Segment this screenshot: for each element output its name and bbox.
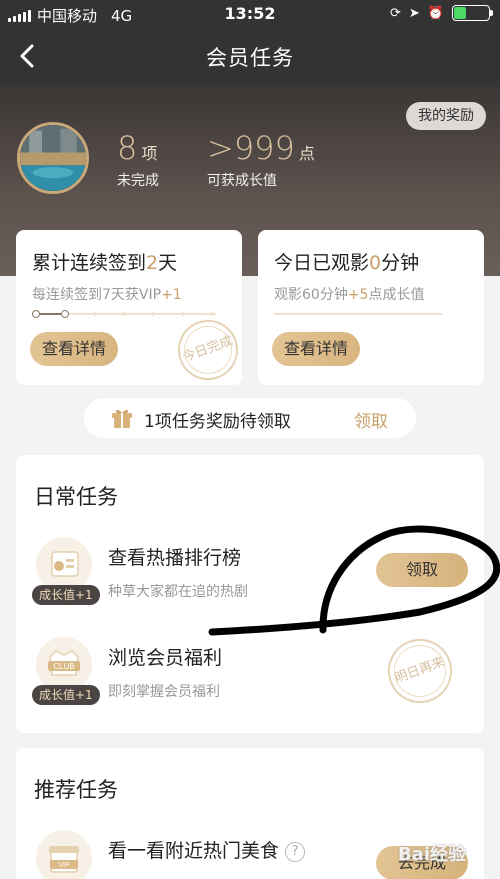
come-back-tomorrow-stamp: 明日再来: [378, 629, 462, 713]
checkin-sub-text: 每连续签到7天获VIP: [32, 287, 162, 303]
task-item: 成长值+1 查看热播排行榜 种草大家都在追的热剧 领取: [16, 537, 484, 627]
watch-title: 今日已观影0分钟: [274, 248, 419, 275]
checkin-title-suffix: 天: [158, 252, 178, 274]
checkin-progress: [32, 310, 216, 318]
task-name: 查看热播排行榜: [108, 547, 242, 569]
my-rewards-button[interactable]: 我的奖励: [406, 102, 486, 130]
checkin-day-pending: [210, 312, 214, 316]
pending-claim-link[interactable]: 领取: [354, 407, 388, 432]
nav-bar: 会员任务: [0, 28, 500, 86]
task-item: CLUB 成长值+1 浏览会员福利 即刻掌握会员福利 明日再来: [16, 629, 484, 727]
growth-stat: >999 点 可获成长值: [207, 128, 315, 190]
svg-text:CLUB: CLUB: [53, 662, 74, 671]
pending-rewards-text: 1项任务奖励待领取: [144, 412, 291, 432]
growth-value: >999: [207, 129, 295, 167]
checkin-day-pending: [180, 312, 185, 316]
page-title: 会员任务: [206, 46, 294, 70]
alarm-icon: ⏰: [427, 5, 444, 21]
svg-text:VIP: VIP: [58, 862, 70, 869]
recommended-tasks-title: 推荐任务: [34, 778, 118, 802]
checkin-title: 累计连续签到2天: [32, 248, 177, 275]
claim-button[interactable]: 领取: [376, 553, 468, 587]
checkin-days: 2: [146, 252, 159, 274]
checkin-title-prefix: 累计连续签到: [32, 252, 147, 274]
watch-sub-prefix: 观影60分钟: [274, 287, 348, 303]
checkin-sub-bonus: +1: [161, 287, 182, 303]
watch-progress: [274, 310, 442, 318]
growth-badge: 成长值+1: [32, 685, 100, 705]
watch-minutes: 0: [369, 252, 382, 274]
checkin-day-pending: [92, 312, 97, 316]
avatar-image: [20, 125, 86, 191]
checkin-details-button[interactable]: 查看详情: [30, 332, 119, 366]
watch-details-button[interactable]: 查看详情: [272, 332, 361, 366]
watch-sub-bonus: +5: [347, 287, 369, 303]
growth-unit: 点: [298, 144, 315, 163]
watch-subtitle: 观影60分钟+5点成长值: [274, 284, 424, 304]
pending-rewards-bar[interactable]: 1项任务奖励待领取 领取: [84, 398, 416, 438]
daily-tasks-section: 日常任务 成长值+1 查看热播排行榜 种草大家都在追的热剧 领取 CLUB 成长…: [16, 455, 484, 733]
watch-card: 今日已观影0分钟 观影60分钟+5点成长值 查看详情: [258, 230, 484, 385]
incomplete-stat: 8项 未完成: [117, 128, 159, 190]
checkin-day-done: [32, 310, 40, 318]
watermark: Bai经验: [397, 844, 466, 865]
task-name: 看一看附近热门美食?: [108, 836, 306, 863]
watch-title-suffix: 分钟: [381, 252, 420, 274]
avatar[interactable]: [17, 122, 89, 194]
incomplete-label: 未完成: [117, 173, 159, 189]
growth-label: 可获成长值: [207, 173, 277, 189]
vip-gift-icon: VIP: [36, 830, 92, 879]
task-description: 种草大家都在追的热剧: [108, 584, 248, 600]
checkin-day-pending: [122, 312, 126, 316]
checkin-subtitle: 每连续签到7天获VIP+1: [32, 284, 182, 304]
task-name-text: 看一看附近热门美食: [108, 840, 280, 862]
task-description: 即刻掌握会员福利: [108, 684, 220, 700]
watch-sub-suffix: 点成长值: [368, 287, 425, 303]
daily-tasks-title: 日常任务: [34, 485, 118, 509]
done-today-stamp: 今日完成: [169, 311, 247, 389]
battery-icon: [452, 5, 493, 21]
incomplete-count: 8: [117, 129, 138, 167]
checkin-day-pending: [151, 312, 156, 316]
growth-badge: 成长值+1: [32, 585, 100, 605]
gift-box-icon: [112, 409, 132, 428]
checkin-card: 累计连续签到2天 每连续签到7天获VIP+1 查看详情 今日完成: [16, 230, 247, 389]
incomplete-unit: 项: [141, 144, 158, 163]
location-icon: ➤: [408, 5, 420, 21]
question-mark-icon[interactable]: ?: [285, 841, 306, 862]
status-bar: 中国移动 4G 13:52 ⟳ ➤ ⏰: [0, 0, 500, 28]
watch-title-prefix: 今日已观影: [274, 252, 370, 274]
checkin-day-done: [61, 310, 70, 318]
rotation-lock-icon: ⟳: [390, 5, 401, 21]
task-name: 浏览会员福利: [108, 647, 223, 669]
